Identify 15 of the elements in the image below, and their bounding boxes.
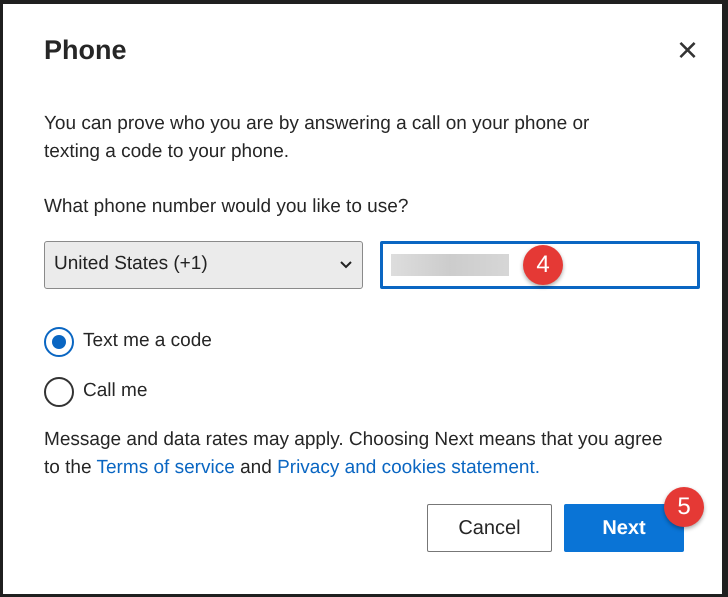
privacy-link[interactable]: Privacy and cookies statement. xyxy=(277,456,540,478)
disclaimer-text: Message and data rates may apply. Choosing Next means that you agree to the Terms of service and Privacy and cookies statement. xyxy=(44,428,664,480)
close-button[interactable]: × xyxy=(674,32,700,68)
step-badge: 4 xyxy=(523,244,564,284)
question-text: What phone number would you like to use? xyxy=(44,195,410,219)
step-badge: 5 xyxy=(664,486,704,526)
country-select[interactable]: United States (+1) xyxy=(44,240,364,288)
radio-option[interactable]: Text me a code xyxy=(44,326,700,356)
cancel-button[interactable]: Cancel xyxy=(427,504,552,552)
phone-field[interactable]: 4 xyxy=(380,240,700,288)
caret-icon xyxy=(339,260,354,270)
radio-option[interactable]: Call me xyxy=(44,376,700,406)
dialog-title: Phone xyxy=(44,34,127,66)
intro-text: You can prove who you are by answering a call on your phone or texting a code to your phone. xyxy=(44,112,590,164)
terms-link[interactable]: Terms of service xyxy=(96,456,235,478)
